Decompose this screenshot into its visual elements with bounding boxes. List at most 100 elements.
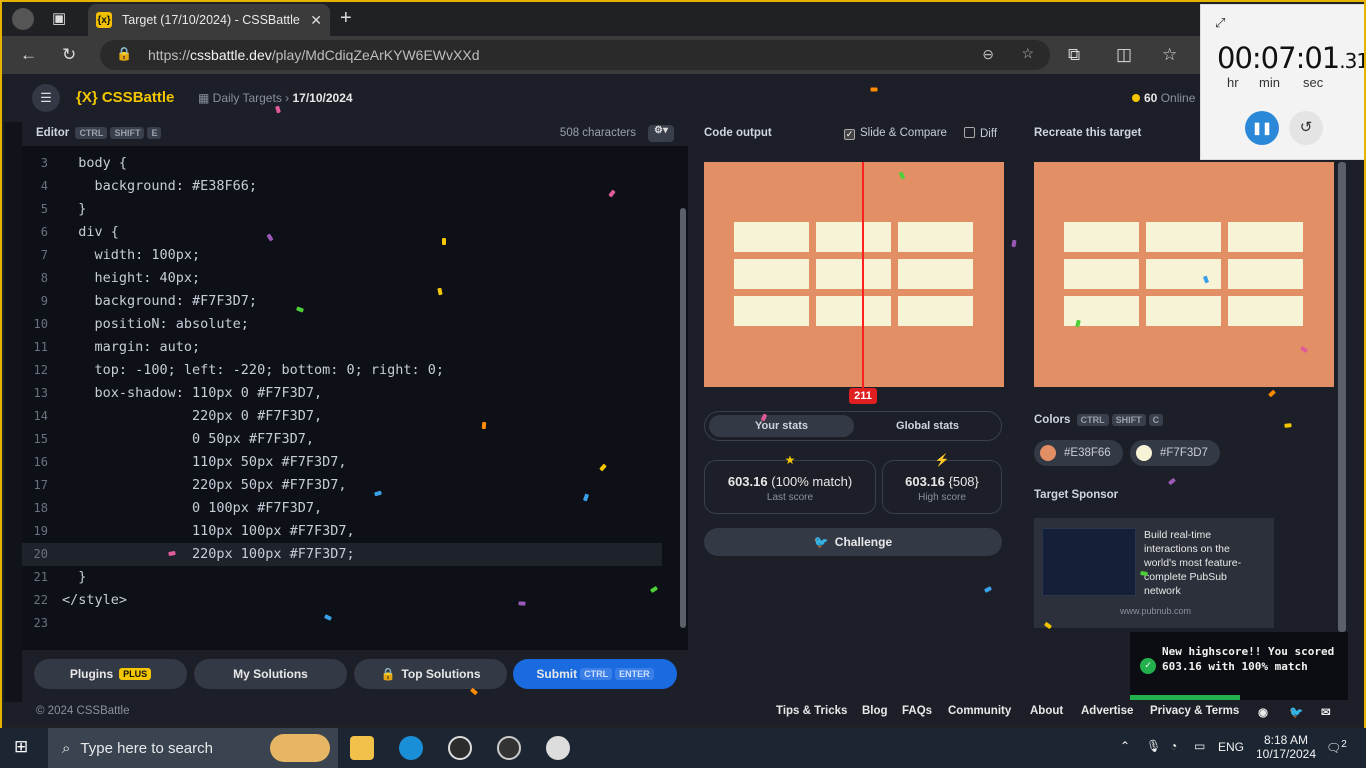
compare-slider-value[interactable]: 211 <box>849 388 877 404</box>
favorite-star-icon[interactable]: ☆ <box>1021 45 1034 62</box>
code-line[interactable]: 8 height: 40px; <box>22 267 662 290</box>
tray-chevron-icon[interactable]: ⌃ <box>1120 739 1130 753</box>
footer-link-privacy[interactable]: Privacy & Terms <box>1150 705 1239 717</box>
code-line[interactable]: 22 </style> <box>22 589 662 612</box>
editor-scrollbar[interactable] <box>678 158 688 638</box>
code-line[interactable]: 16 110px 50px #F7F3D7, <box>22 451 662 474</box>
breadcrumb-parent[interactable]: Daily Targets <box>213 91 282 105</box>
mail-icon[interactable]: ✉ <box>1321 705 1331 719</box>
footer-link-blog[interactable]: Blog <box>862 705 888 717</box>
obs-icon[interactable] <box>497 736 521 760</box>
code-editor[interactable]: 3 body {4 background: #E38F66; 5 } 6 div {… <box>22 146 672 646</box>
search-placeholder: Type here to search <box>80 739 213 757</box>
code-line[interactable]: 12 top: -100; left: -220; bottom: 0; rig… <box>22 359 662 382</box>
code-line[interactable]: 10 positioN: absolute; <box>22 313 662 336</box>
language-indicator[interactable]: ENG <box>1218 740 1244 754</box>
slide-compare-toggle[interactable]: ✓ Slide & Compare <box>844 127 947 140</box>
pause-button[interactable]: ❚❚ <box>1245 111 1279 145</box>
ad-url[interactable]: www.pubnub.com <box>1120 606 1191 616</box>
taskbar-clock[interactable]: 8:18 AM 10/17/2024 <box>1254 733 1318 761</box>
file-explorer-icon[interactable] <box>350 736 374 760</box>
footer-link-advertise[interactable]: Advertise <box>1081 705 1133 717</box>
footer-link-faqs[interactable]: FAQs <box>902 705 932 717</box>
code-line[interactable]: 5 } <box>22 198 662 221</box>
microphone-icon[interactable]: 🎙 <box>1146 739 1161 753</box>
line-number: 13 <box>33 386 48 400</box>
line-number: 15 <box>33 432 48 446</box>
code-line[interactable]: 14 220px 0 #F7F3D7, <box>22 405 662 428</box>
top-solutions-button[interactable]: 🔒 Top Solutions <box>354 659 507 689</box>
checkbox-checked-icon[interactable]: ✓ <box>844 129 855 140</box>
profile-avatar[interactable] <box>12 8 34 30</box>
reset-button[interactable]: ↺ <box>1289 111 1323 145</box>
code-line[interactable]: 9 background: #F7F3D7; <box>22 290 662 313</box>
code-line[interactable]: 3 body { <box>22 152 662 175</box>
stats-tabs: Your stats Global stats <box>704 411 1002 441</box>
code-line[interactable]: 17 220px 50px #F7F3D7, <box>22 474 662 497</box>
challenge-button[interactable]: 🐦 Challenge <box>704 528 1002 556</box>
zoom-icon[interactable]: ⊖ <box>982 46 994 63</box>
code-line[interactable]: 11 margin: auto; <box>22 336 662 359</box>
code-line[interactable]: 23 <box>22 612 662 635</box>
compare-slider-line[interactable] <box>862 162 864 399</box>
color-chip-orange[interactable]: #E38F66 <box>1034 440 1123 466</box>
logo[interactable]: {X} CSSBattle <box>76 89 174 106</box>
code-output-preview[interactable] <box>704 162 1004 387</box>
tab-global-stats[interactable]: Global stats <box>855 415 1000 437</box>
code-line[interactable]: 6 div { <box>22 221 662 244</box>
wifi-icon[interactable]: ◔ <box>1170 739 1177 753</box>
toast-message: New highscore!! You scored 603.16 with 1… <box>1162 645 1335 673</box>
discord-icon[interactable]: ◉ <box>1258 705 1268 719</box>
taskbar-search[interactable]: ⌕ Type here to search <box>48 728 338 768</box>
close-tab-icon[interactable]: ✕ <box>310 12 322 29</box>
code-line[interactable]: 19 110px 100px #F7F3D7, <box>22 520 662 543</box>
back-icon[interactable]: ← <box>20 45 37 65</box>
diff-toggle[interactable]: Diff <box>964 127 997 140</box>
tab-active[interactable]: {x} Target (17/10/2024) - CSSBattle ✕ <box>88 4 330 36</box>
chatgpt-icon[interactable] <box>448 736 472 760</box>
footer-link-about[interactable]: About <box>1030 705 1063 717</box>
battery-icon[interactable]: ▭ <box>1194 739 1205 753</box>
code-line[interactable]: 13 box-shadow: 110px 0 #F7F3D7, <box>22 382 662 405</box>
cream-rectangle <box>1228 222 1303 252</box>
checkbox-icon[interactable] <box>964 127 975 138</box>
line-number: 21 <box>33 570 48 584</box>
settings-gear-icon[interactable]: ⚙▾ <box>648 125 674 142</box>
expand-icon[interactable]: ⤢ <box>1215 15 1225 31</box>
notifications-icon[interactable]: 🗨2 <box>1326 739 1347 755</box>
code-line[interactable]: 21 } <box>22 566 662 589</box>
target-scrollbar[interactable] <box>1338 162 1346 632</box>
clock-app-icon[interactable] <box>546 736 570 760</box>
highscore-toast[interactable]: ✓ New highscore!! You scored 603.16 with… <box>1130 632 1348 700</box>
target-image[interactable] <box>1034 162 1334 387</box>
sponsor-ad[interactable]: Build real-time interactions on the worl… <box>1034 518 1274 628</box>
footer-link-community[interactable]: Community <box>948 705 1011 717</box>
code-line[interactable]: 20 220px 100px #F7F3D7; <box>22 543 662 566</box>
tab-actions-icon[interactable]: ▣ <box>52 9 66 27</box>
menu-button[interactable]: ☰ <box>32 84 60 112</box>
url-field[interactable]: 🔒 https://cssbattle.dev/play/MdCdiqZeArK… <box>100 40 1050 70</box>
new-tab-icon[interactable]: + <box>340 7 352 30</box>
extensions-icon[interactable]: ⧉ <box>1068 45 1080 65</box>
high-score-chars: {508} <box>948 474 979 489</box>
lock-icon[interactable]: 🔒 <box>116 46 132 62</box>
hamburger-icon: ☰ <box>40 90 52 105</box>
favorites-icon[interactable]: ☆ <box>1162 45 1177 65</box>
my-solutions-button[interactable]: My Solutions <box>194 659 347 689</box>
code-line[interactable]: 4 background: #E38F66; <box>22 175 662 198</box>
submit-button[interactable]: Submit CTRL ENTER <box>513 659 677 689</box>
windows-start-icon[interactable]: ⊞ <box>14 737 28 757</box>
edge-icon[interactable] <box>399 736 423 760</box>
footer-link-tips[interactable]: Tips & Tricks <box>776 705 847 717</box>
reload-icon[interactable]: ↻ <box>62 45 76 65</box>
code-line[interactable]: 18 0 100px #F7F3D7, <box>22 497 662 520</box>
split-screen-icon[interactable]: ◫ <box>1116 45 1132 65</box>
code-line[interactable]: 15 0 50px #F7F3D7, <box>22 428 662 451</box>
code-line[interactable]: 7 width: 100px; <box>22 244 662 267</box>
twitter-icon[interactable]: 🐦 <box>1289 705 1303 719</box>
colors-title: Colors CTRL SHIFT C <box>1034 414 1164 426</box>
tab-your-stats[interactable]: Your stats <box>709 415 854 437</box>
color-chip-cream[interactable]: #F7F3D7 <box>1130 440 1220 466</box>
editor-scroll-thumb[interactable] <box>680 208 686 628</box>
plugins-button[interactable]: Plugins PLUS <box>34 659 187 689</box>
